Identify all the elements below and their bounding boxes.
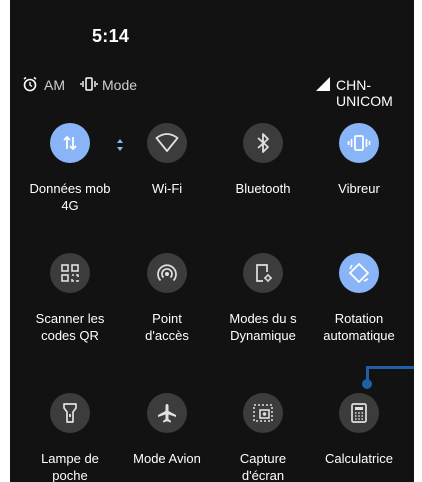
qr-code-icon: [61, 264, 79, 282]
tile-label: Vibreur: [338, 181, 380, 196]
tile-hotspot[interactable]: Point d'accès: [119, 253, 215, 343]
alarm-time-label: AM: [44, 77, 65, 93]
calculator-icon: [351, 403, 367, 423]
tile-label: Mode Avion: [133, 451, 201, 466]
signal-strength-icon: [316, 77, 330, 91]
tile-label: Lampe de poche: [41, 451, 99, 482]
tile-label: Capture d'écran: [239, 451, 287, 482]
status-bar: AM Mode CHN-UNICOM: [22, 76, 410, 109]
mobile-data-toggle[interactable]: [50, 123, 90, 163]
system-mode-icon: [256, 264, 272, 282]
quick-settings-panel: 5:14 AM Mode CHN-UNICOM Données mob 4G W…: [10, 0, 414, 482]
tile-label: Calculatrice: [325, 451, 393, 466]
tile-label: Wi-Fi: [151, 181, 183, 196]
alarm-icon: [23, 76, 37, 92]
tile-auto-rotate[interactable]: Rotation automatique: [311, 253, 407, 343]
auto-rotate-toggle[interactable]: [339, 253, 379, 293]
tile-screenshot[interactable]: Capture d'écran: [215, 393, 311, 482]
tile-label: Données mob 4G: [29, 181, 111, 213]
qr-scanner-toggle[interactable]: [50, 253, 90, 293]
flashlight-icon: [63, 403, 77, 423]
vibrate-mode-icon: [80, 77, 98, 91]
calculator-toggle[interactable]: [339, 393, 379, 433]
tile-vibrate[interactable]: Vibreur: [311, 123, 407, 213]
tile-label: Rotation automatique: [323, 311, 395, 343]
annotation-leader-line: [366, 366, 414, 369]
tile-mobile-data[interactable]: Données mob 4G: [22, 123, 123, 213]
tile-label: Scanner les codes QR: [35, 311, 105, 343]
system-modes-toggle[interactable]: [243, 253, 283, 293]
tile-airplane-mode[interactable]: Mode Avion: [119, 393, 215, 482]
tile-label: Bluetooth: [235, 181, 291, 196]
tile-qr-scanner[interactable]: Scanner les codes QR: [22, 253, 118, 343]
bluetooth-toggle[interactable]: [243, 123, 283, 163]
clock: 5:14: [92, 26, 130, 46]
flashlight-toggle[interactable]: [50, 393, 90, 433]
tile-label: Point d'accès: [145, 311, 189, 343]
screenshot-icon: [253, 404, 273, 422]
mobile-data-icon: [63, 135, 77, 151]
airplane-icon: [158, 404, 176, 423]
tile-flashlight[interactable]: Lampe de poche: [22, 393, 118, 482]
hotspot-toggle[interactable]: [147, 253, 187, 293]
auto-rotate-icon: [349, 263, 369, 283]
carrier-name: CHN-UNICOM: [336, 77, 393, 109]
ringer-mode-label: Mode: [102, 77, 138, 93]
annotation-pointer-dot: [362, 379, 372, 389]
tile-wifi[interactable]: Wi-Fi: [119, 123, 215, 213]
vibrate-toggle[interactable]: [339, 123, 379, 163]
tile-label: Modes du s Dynamique: [229, 311, 297, 343]
wifi-icon: [155, 133, 179, 152]
tile-bluetooth[interactable]: Bluetooth: [215, 123, 311, 213]
hotspot-icon: [157, 264, 177, 282]
wifi-toggle[interactable]: [147, 123, 187, 163]
vibrate-icon: [347, 135, 371, 151]
tile-system-modes[interactable]: Modes du s Dynamique: [215, 253, 311, 343]
bluetooth-icon: [257, 133, 269, 153]
airplane-mode-toggle[interactable]: [147, 393, 187, 433]
screenshot-toggle[interactable]: [243, 393, 283, 433]
tile-calculator[interactable]: Calculatrice: [311, 393, 407, 482]
